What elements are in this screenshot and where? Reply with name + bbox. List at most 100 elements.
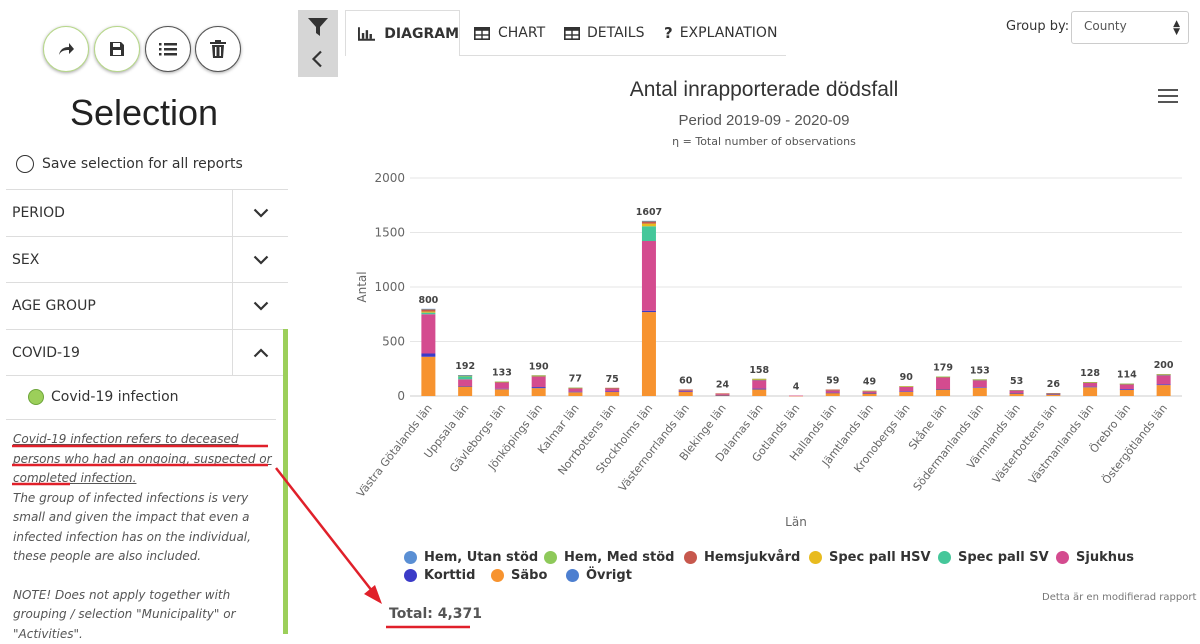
legend-item[interactable]: Hem, Utan stöd — [404, 550, 538, 565]
group-by-label: Group by: — [1006, 19, 1069, 34]
bar-segment — [495, 389, 509, 396]
bar-total-label: 179 — [933, 362, 953, 373]
bar-segment — [1010, 393, 1024, 394]
y-axis-label: Antal — [355, 271, 369, 302]
legend-swatch — [491, 569, 504, 582]
tab-details[interactable]: DETAILS — [564, 10, 644, 56]
bar-segment — [421, 309, 435, 310]
bar-segment — [752, 389, 766, 390]
bar-total-label: 53 — [1010, 376, 1023, 387]
tab-label: EXPLANATION — [680, 25, 778, 41]
bar-total-label: 200 — [1154, 360, 1174, 371]
accordion-sex[interactable]: SEX — [6, 236, 288, 283]
x-tick-label: Västernorrlands län — [616, 402, 692, 494]
bar-chart-icon — [358, 27, 375, 41]
bar-total-label: 24 — [716, 379, 730, 390]
accordion-covid-19[interactable]: COVID-19 — [6, 329, 288, 376]
legend-item[interactable]: Hemsjukvård — [684, 550, 800, 565]
legend-item[interactable]: Spec pall SV — [938, 550, 1049, 565]
legend-item[interactable]: Hem, Med stöd — [544, 550, 674, 565]
y-tick-label: 500 — [382, 335, 405, 349]
covid-19-infection-option[interactable]: Covid-19 infection — [28, 389, 179, 405]
y-tick-label: 1000 — [374, 280, 405, 294]
bar-segment — [1120, 384, 1134, 389]
tab-label: DIAGRAM — [384, 26, 459, 42]
filter-toggle-button[interactable] — [298, 10, 338, 77]
bar-segment — [715, 393, 729, 394]
bar-total-label: 153 — [970, 365, 990, 376]
chart-note: η = Total number of observations — [560, 135, 968, 148]
legend-label: Spec pall HSV — [829, 550, 931, 565]
bar-segment — [458, 376, 472, 379]
group-by-select[interactable]: County ▲▼ — [1071, 11, 1189, 44]
bar-segment — [1120, 390, 1134, 396]
accordion-period[interactable]: PERIOD — [6, 189, 288, 236]
bar-segment — [1157, 375, 1171, 384]
bar-segment — [642, 221, 656, 222]
legend-label: Korttid — [424, 568, 475, 583]
bar-segment — [973, 387, 987, 388]
bar-segment — [1046, 393, 1060, 394]
bar-segment — [568, 388, 582, 389]
bar-segment — [605, 392, 619, 396]
chart-title: Antal inrapporterade dödsfall — [560, 78, 968, 102]
table-icon — [564, 27, 580, 40]
bar-segment — [458, 386, 472, 396]
bar-segment — [826, 393, 840, 394]
delete-button[interactable] — [195, 26, 241, 72]
tab-chart[interactable]: CHART — [474, 10, 545, 56]
group-by-value: County — [1084, 19, 1127, 33]
save-icon — [109, 41, 125, 57]
y-tick-label: 1500 — [374, 226, 405, 240]
legend-item[interactable]: Spec pall HSV — [809, 550, 931, 565]
bar-segment — [495, 382, 509, 389]
radio-button[interactable] — [16, 155, 34, 173]
y-tick-label: 2000 — [374, 171, 405, 185]
bar-segment — [936, 389, 950, 390]
list-button[interactable] — [145, 26, 191, 72]
accordion-label: SEX — [12, 252, 39, 268]
x-tick-label: Södermanlands län — [911, 402, 987, 494]
bar-segment — [532, 375, 546, 376]
chevron-left-icon[interactable] — [311, 50, 323, 68]
bar-total-label: 1607 — [636, 207, 662, 218]
legend-item[interactable]: Sjukhus — [1056, 550, 1134, 565]
tab-label: CHART — [498, 25, 545, 41]
bar-segment — [826, 390, 840, 391]
select-arrows-icon: ▲▼ — [1173, 20, 1180, 36]
bar-segment — [1157, 384, 1171, 385]
bar-total-label: 114 — [1117, 370, 1137, 381]
share-button[interactable] — [43, 26, 89, 72]
chevron-up-icon[interactable] — [232, 330, 288, 376]
legend-swatch — [684, 551, 697, 564]
bar-segment — [642, 312, 656, 396]
chevron-down-icon[interactable] — [232, 190, 288, 236]
legend-item[interactable]: Säbo — [491, 568, 547, 583]
bar-segment — [495, 382, 509, 383]
chart-subtitle: Period 2019-09 - 2020-09 — [560, 112, 968, 129]
total-count: Total: 4,371 — [389, 606, 482, 622]
bar-segment — [863, 393, 877, 394]
tab-diagram[interactable]: DIAGRAM — [345, 10, 460, 56]
question-icon: ? — [664, 24, 673, 42]
bar-total-label: 77 — [569, 374, 582, 385]
legend-item[interactable]: Övrigt — [566, 568, 632, 583]
bar-segment — [1083, 382, 1097, 383]
chevron-down-icon[interactable] — [232, 237, 288, 283]
bar-segment — [1083, 387, 1097, 396]
bar-segment — [752, 389, 766, 396]
chart-menu-icon[interactable] — [1158, 89, 1178, 107]
bar-segment — [899, 386, 913, 391]
accordion-age-group[interactable]: AGE GROUP — [6, 282, 288, 329]
save-selection-option[interactable]: Save selection for all reports — [16, 155, 243, 173]
bar-segment — [642, 224, 656, 227]
save-button[interactable] — [94, 26, 140, 72]
chevron-down-icon[interactable] — [232, 283, 288, 329]
legend-label: Sjukhus — [1076, 550, 1134, 565]
bar-segment — [421, 312, 435, 313]
legend-swatch — [404, 551, 417, 564]
legend-label: Spec pall SV — [958, 550, 1049, 565]
legend-item[interactable]: Korttid — [404, 568, 475, 583]
bar-total-label: 158 — [749, 365, 769, 376]
tab-explanation[interactable]: ? EXPLANATION — [664, 10, 777, 56]
